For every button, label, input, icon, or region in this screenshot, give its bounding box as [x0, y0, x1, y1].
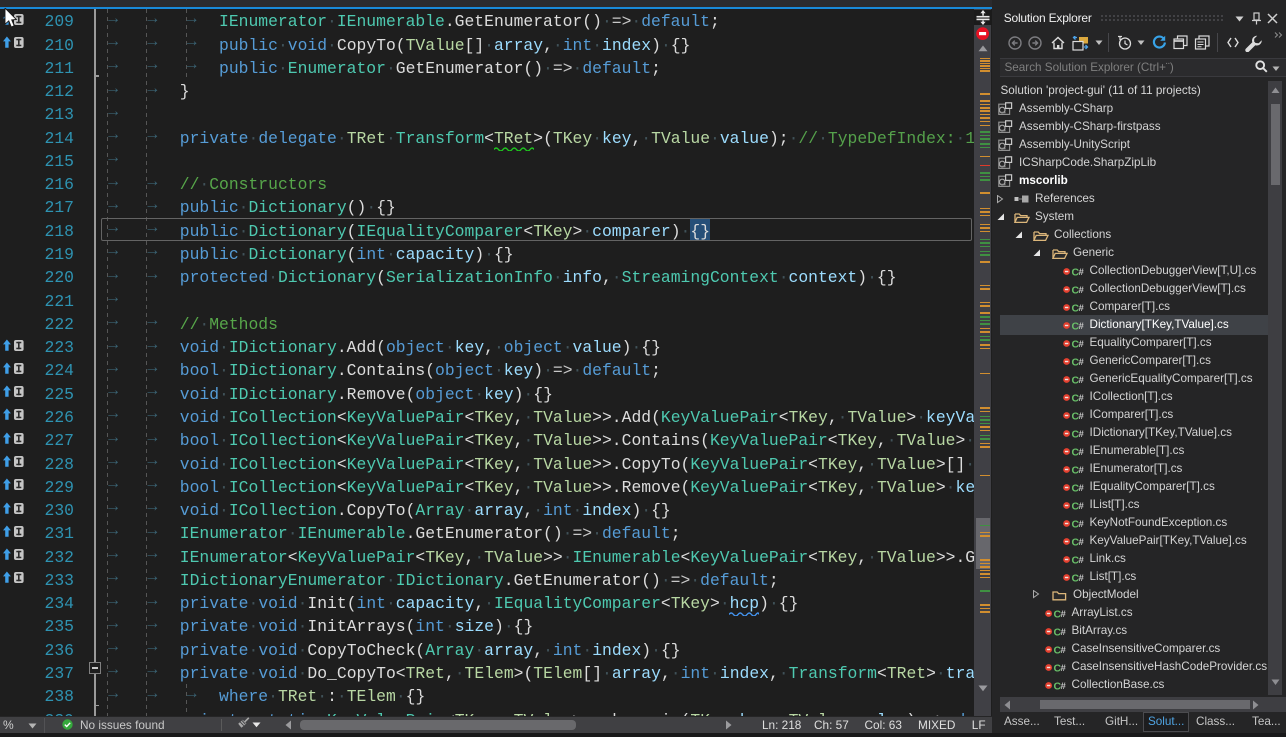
svg-text:#: # — [1078, 573, 1084, 583]
svg-text:#: # — [1078, 555, 1084, 565]
svg-text:#: # — [1078, 537, 1084, 547]
svg-text:#: # — [1060, 609, 1066, 619]
svg-text:#: # — [1078, 447, 1084, 457]
svg-text:#: # — [1078, 339, 1084, 349]
svg-text:#: # — [1060, 663, 1066, 673]
svg-text:#: # — [1078, 483, 1084, 493]
svg-text:#: # — [1078, 393, 1084, 403]
svg-text:#: # — [1060, 627, 1066, 637]
svg-text:#: # — [1078, 267, 1084, 277]
svg-text:#: # — [1078, 465, 1084, 475]
svg-text:#: # — [1078, 303, 1084, 313]
svg-text:#: # — [1060, 681, 1066, 691]
svg-text:#: # — [1078, 501, 1084, 511]
svg-text:#: # — [1078, 375, 1084, 385]
svg-text:#: # — [1060, 645, 1066, 655]
svg-text:#: # — [1078, 519, 1084, 529]
svg-text:#: # — [1078, 285, 1084, 295]
svg-text:#: # — [1078, 411, 1084, 421]
svg-text:#: # — [1078, 321, 1084, 331]
svg-text:#: # — [1078, 429, 1084, 439]
svg-text:#: # — [1078, 357, 1084, 367]
